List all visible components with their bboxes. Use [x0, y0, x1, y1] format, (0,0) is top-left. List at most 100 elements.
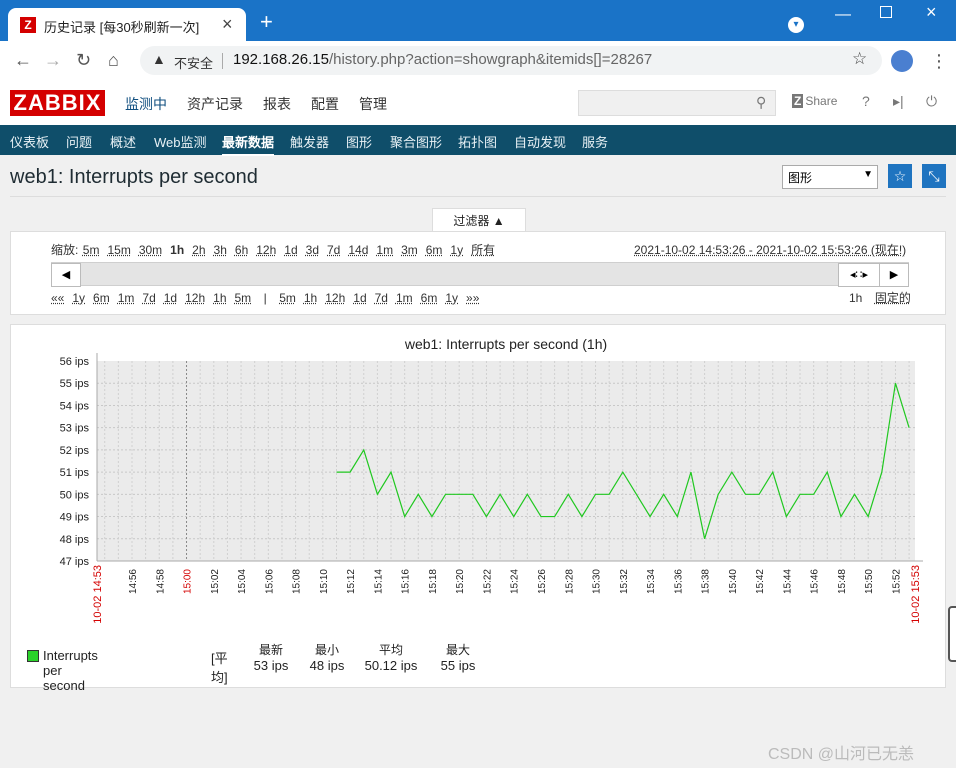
move-forward-4[interactable]: 7d [375, 291, 388, 305]
move-forward-1[interactable]: 1h [304, 291, 317, 305]
zoom-option-0[interactable]: 5m [83, 243, 100, 257]
subnav-screens[interactable]: 聚合图形 [390, 132, 442, 151]
y-tick-label: 55 ips [60, 378, 90, 390]
move-forward-8[interactable]: »» [466, 291, 479, 305]
zoom-option-1[interactable]: 15m [107, 243, 130, 257]
x-tick-label: 15:22 [482, 569, 493, 594]
menu-inventory[interactable]: 资产记录 [187, 94, 243, 114]
time-scrollbar[interactable]: ◀ ◂∷▸ ▶ [51, 262, 909, 287]
subnav-maps[interactable]: 拓扑图 [458, 132, 497, 151]
y-tick-label: 47 ips [60, 556, 90, 568]
share-link[interactable]: Z Share [792, 94, 837, 108]
move-forward-3[interactable]: 1d [353, 291, 366, 305]
view-select[interactable]: 图形 ▼ [782, 165, 878, 189]
tab-search-icon[interactable]: ▾ [788, 17, 804, 33]
zoom-option-10[interactable]: 7d [327, 243, 340, 257]
x-tick-label: 15:40 [728, 569, 739, 594]
move-back-4[interactable]: 7d [142, 291, 155, 305]
window-close-icon[interactable]: × [926, 2, 937, 23]
move-back-5[interactable]: 1d [164, 291, 177, 305]
filter-tab[interactable]: 过滤器 ▲ [432, 208, 526, 233]
menu-monitoring[interactable]: 监测中 [125, 94, 167, 114]
fullscreen-button[interactable]: ⤡ [922, 164, 946, 188]
subnav-graphs[interactable]: 图形 [346, 132, 372, 151]
x-tick-label: 15:52 [891, 569, 902, 594]
x-tick-label: 15:24 [510, 569, 521, 594]
fixed-toggle[interactable]: 固定的 [875, 291, 911, 305]
zabbix-logo[interactable]: ZABBIX [10, 90, 105, 116]
move-forward-7[interactable]: 1y [445, 291, 458, 305]
scroll-left-button[interactable]: ◀ [51, 263, 81, 287]
move-back-7[interactable]: 1h [213, 291, 226, 305]
url-field[interactable]: ▲ 不安全 192.168.26.15/history.php?action=s… [140, 46, 882, 75]
support-icon[interactable]: ▸| [893, 93, 904, 110]
move-row: «« 1y 6m 1m 7d 1d 12h 1h 5m | 5m 1h 12h 1d 7d 1m 6m 1y »… [51, 289, 487, 307]
move-forward-5[interactable]: 1m [396, 291, 413, 305]
move-back-8[interactable]: 5m [235, 291, 252, 305]
x-tick-label: 15:34 [646, 569, 657, 594]
minimize-icon[interactable]: — [835, 6, 851, 24]
zoom-option-4[interactable]: 2h [192, 243, 205, 257]
zoom-option-3[interactable]: 1h [170, 243, 184, 257]
subnav-overview[interactable]: 概述 [110, 132, 136, 151]
profile-avatar[interactable] [891, 50, 913, 72]
subnav-discovery[interactable]: 自动发现 [514, 132, 566, 151]
zoom-option-5[interactable]: 3h [214, 243, 227, 257]
zabbix-header: ZABBIX 监测中 资产记录 报表 配置 管理 ⚲ Z Share ? ▸| ⏻ [0, 80, 956, 125]
zoom-option-16[interactable]: 所有 [471, 243, 495, 257]
scroll-handle[interactable]: ◂∷▸ [838, 263, 880, 287]
zoom-option-9[interactable]: 3d [306, 243, 319, 257]
move-back-2[interactable]: 6m [93, 291, 110, 305]
subnav-services[interactable]: 服务 [582, 132, 608, 151]
x-tick-label: 15:04 [237, 569, 248, 594]
search-icon[interactable]: ⚲ [756, 94, 766, 111]
page-scrollbar[interactable] [948, 606, 956, 662]
bookmark-star-icon[interactable]: ☆ [852, 49, 867, 69]
move-forward-0[interactable]: 5m [279, 291, 296, 305]
zoom-option-11[interactable]: 14d [348, 243, 368, 257]
forward-icon[interactable]: → [44, 50, 62, 71]
move-forward-6[interactable]: 6m [421, 291, 438, 305]
subnav-latest-data[interactable]: 最新数据 [222, 132, 275, 156]
menu-administration[interactable]: 管理 [359, 94, 387, 114]
menu-configuration[interactable]: 配置 [311, 94, 339, 114]
subnav-problems[interactable]: 问题 [66, 132, 92, 151]
subnav-dashboard[interactable]: 仪表板 [10, 132, 49, 151]
zoom-option-14[interactable]: 6m [426, 243, 443, 257]
menu-reports[interactable]: 报表 [263, 94, 291, 114]
zoom-option-13[interactable]: 3m [401, 243, 418, 257]
back-icon[interactable]: ← [14, 50, 32, 71]
zoom-row: 缩放: 5m 15m 30m 1h 2h 3h 6h 12h 1d 3d 7d 14d 1m 3m 6m 1y… [51, 241, 503, 259]
move-back-1[interactable]: 1y [72, 291, 85, 305]
y-tick-label: 53 ips [60, 423, 90, 435]
sub-navigation: 仪表板 问题 概述 Web监测 最新数据 触发器 图形 聚合图形 拓扑图 自动发… [0, 125, 956, 156]
browser-tab[interactable]: Z 历史记录 [每30秒刷新一次] × [8, 8, 246, 41]
subnav-triggers[interactable]: 触发器 [290, 132, 329, 151]
scroll-right-button[interactable]: ▶ [879, 263, 909, 287]
view-select-value: 图形 [788, 171, 813, 185]
more-menu-icon[interactable]: ⋮ [930, 51, 948, 72]
zoom-option-2[interactable]: 30m [139, 243, 162, 257]
logout-icon[interactable]: ⏻ [926, 93, 937, 110]
move-forward-2[interactable]: 12h [325, 291, 345, 305]
reload-icon[interactable]: ↻ [76, 50, 91, 71]
zoom-option-15[interactable]: 1y [450, 243, 463, 257]
zoom-option-12[interactable]: 1m [376, 243, 393, 257]
search-input[interactable] [578, 90, 776, 116]
move-back-3[interactable]: 1m [118, 291, 135, 305]
new-tab-button[interactable]: + [260, 11, 273, 33]
x-tick-label: 15:14 [373, 569, 384, 594]
legend-stat-last: 最新 53 ips [253, 643, 289, 673]
favorite-star-button[interactable]: ☆ [888, 164, 912, 188]
zoom-option-8[interactable]: 1d [284, 243, 297, 257]
move-back-6[interactable]: 12h [185, 291, 205, 305]
move-back-0[interactable]: «« [51, 291, 64, 305]
help-icon[interactable]: ? [862, 93, 870, 109]
time-range[interactable]: 2021-10-02 14:53:26 - 2021-10-02 15:53:2… [634, 241, 906, 258]
close-icon[interactable]: × [222, 14, 233, 35]
subnav-web[interactable]: Web监测 [154, 132, 207, 151]
maximize-icon[interactable] [880, 6, 892, 18]
zoom-option-7[interactable]: 12h [256, 243, 276, 257]
home-icon[interactable]: ⌂ [108, 50, 119, 71]
zoom-option-6[interactable]: 6h [235, 243, 248, 257]
